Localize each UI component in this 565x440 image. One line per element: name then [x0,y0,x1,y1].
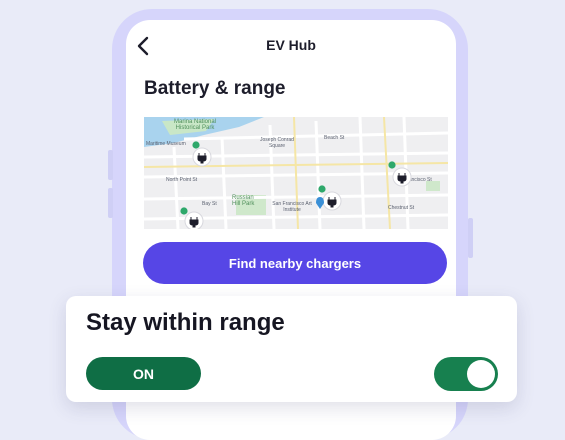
phone-side-button [468,218,473,258]
range-toggle[interactable] [434,357,498,391]
range-card-title: Stay within range [86,309,285,336]
charger-badge-icon [180,207,188,215]
charger-pin-icon[interactable] [392,167,412,187]
section-title: Battery & range [144,78,286,99]
charger-badge-icon [318,185,326,193]
charger-pin-icon[interactable] [322,191,342,211]
phone-side-button [108,188,113,218]
charger-pin-icon[interactable] [192,147,212,167]
phone-side-button [108,150,113,180]
map-location-pin-icon [316,197,324,209]
charger-pin-icon[interactable] [184,211,204,229]
charger-map[interactable]: Marina National Historical Park Maritime… [144,117,448,229]
toggle-knob [467,360,495,388]
app-header: EV Hub [126,20,456,70]
find-chargers-button[interactable]: Find nearby chargers [143,242,447,284]
map-markers [180,141,412,229]
status-badge: ON [86,357,201,390]
app-title: EV Hub [266,37,316,53]
range-card: Stay within range ON [66,296,517,402]
charger-badge-icon [388,161,396,169]
charger-badge-icon [192,141,200,149]
